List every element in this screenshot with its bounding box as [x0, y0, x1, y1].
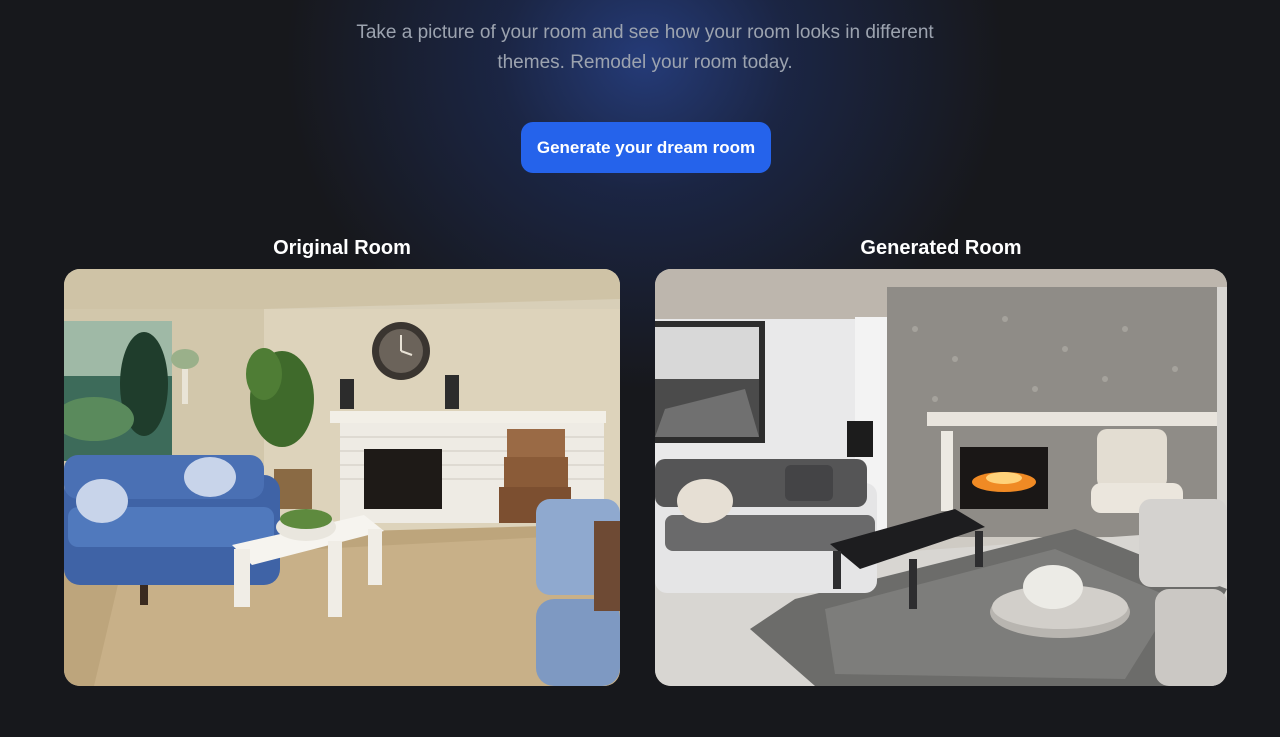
tagline-line-1: Take a picture of your room and see how …	[356, 22, 934, 43]
tagline-line-2: themes. Remodel your room today.	[497, 52, 793, 73]
generate-dream-room-button[interactable]: Generate your dream room	[521, 122, 771, 173]
original-room-heading: Original Room	[273, 237, 411, 259]
generated-room-image	[655, 269, 1227, 686]
hero-tagline: Take a picture of your room and see how …	[320, 18, 970, 78]
generated-room-heading: Generated Room	[860, 237, 1022, 259]
original-room-image	[64, 269, 620, 686]
